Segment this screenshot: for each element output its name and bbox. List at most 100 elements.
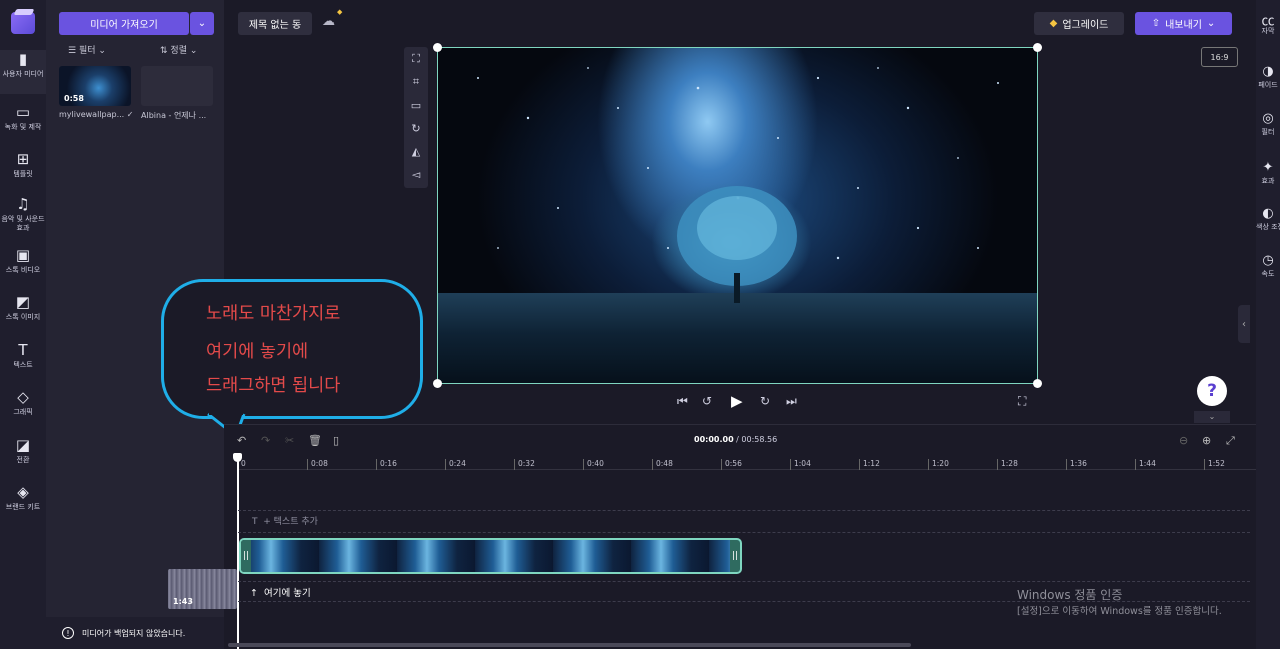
callout-line: 노래도 마찬가지로 (206, 304, 341, 324)
rotate-button[interactable]: ↻ (404, 117, 428, 139)
add-clip-button[interactable]: ▯ (333, 434, 339, 447)
zoom-in-button[interactable]: ⊕ (1202, 434, 1211, 447)
rr-item-speed[interactable]: ◷ 속도 (1256, 253, 1280, 279)
rr-item-adjust-colors[interactable]: ◐ 색상 조정 (1256, 206, 1280, 232)
skip-to-end-button[interactable]: ⏭ (786, 394, 797, 409)
backup-notice[interactable]: ! 미디어가 백업되지 않았습니다. (46, 617, 224, 649)
ruler-tick-label: 1:44 (1135, 459, 1156, 470)
fit-icon: ⛶ (412, 52, 420, 65)
rr-item-label: 페이드 (1258, 81, 1278, 89)
callout-line: 여기에 놓기에 (206, 342, 309, 362)
project-title[interactable]: 제목 없는 동 (238, 12, 312, 35)
ruler-tick-label: 0:32 (514, 459, 535, 470)
clip-trim-handle-right[interactable]: || (730, 540, 740, 572)
rr-item-fade[interactable]: ◑ 페이드 (1256, 64, 1280, 90)
audio-duration: 1:43 (173, 597, 193, 606)
rail-item-label: 스톡 이미지 (5, 313, 41, 321)
ruler-tick-label: 0:56 (721, 459, 742, 470)
rail-item-templates[interactable]: ⊞ 템플릿 (0, 150, 46, 194)
volume-button[interactable]: ◅ (404, 163, 428, 185)
captions-icon: ㏄ (1261, 14, 1275, 29)
aspect-ratio-button[interactable]: 16:9 (1201, 47, 1238, 67)
filter-button[interactable]: ☰ 필터 ⌄ (68, 43, 106, 56)
picture-in-picture-icon: ▭ (410, 98, 422, 112)
media-thumbnail-video[interactable]: 0:58 (59, 66, 131, 106)
resize-handle-bottom-right[interactable] (1033, 379, 1042, 388)
trash-icon: 🗑 (308, 434, 322, 447)
rr-item-effects[interactable]: ✦ 효과 (1256, 160, 1280, 186)
right-panel-collapse-button[interactable]: ‹ (1238, 305, 1250, 343)
upgrade-button[interactable]: ◆ 업그레이드 (1034, 12, 1124, 35)
ruler-tick-label: 1:52 (1204, 459, 1225, 470)
rail-item-graphics[interactable]: ◇ 그래픽 (0, 388, 46, 432)
sort-label: 정렬 (170, 46, 187, 56)
pip-button[interactable]: ▭ (404, 94, 428, 116)
rr-item-captions[interactable]: ㏄ 자막 (1256, 10, 1280, 36)
split-button[interactable]: ✂ (285, 434, 294, 447)
help-button[interactable]: ? (1197, 376, 1227, 406)
preview-toolbar: ⛶ ⌗ ▭ ↻ ◭ ◅ (404, 47, 428, 188)
resize-handle-top-right[interactable] (1033, 43, 1042, 52)
rewind-5s-button[interactable]: ↺ (702, 394, 712, 408)
filter-icon: ☰ (68, 46, 77, 56)
upgrade-label: 업그레이드 (1062, 20, 1109, 31)
export-button[interactable]: ⇧ 내보내기 ⌄ (1135, 12, 1232, 35)
skip-forward-icon: ⏭ (786, 394, 797, 408)
forward-5s-button[interactable]: ↻ (760, 394, 770, 408)
zoom-out-button[interactable]: ⊖ (1179, 434, 1188, 447)
sort-button[interactable]: ⇅ 정렬 ⌄ (160, 43, 197, 56)
rail-item-label: 전환 (16, 456, 30, 464)
clip-trim-handle-left[interactable]: || (241, 540, 251, 572)
windows-activation-title: Windows 정품 인증 (1017, 588, 1123, 602)
resize-handle-top-left[interactable] (433, 43, 442, 52)
rail-item-transitions[interactable]: ◪ 전환 (0, 436, 46, 480)
rr-item-label: 필터 (1261, 128, 1275, 136)
rr-item-label: 색상 조정 (1256, 223, 1280, 231)
rail-item-record[interactable]: ▭ 녹화 및 제작 (0, 103, 46, 147)
fit-timeline-button[interactable]: ⤢ (1226, 434, 1235, 448)
rail-item-music[interactable]: ♫ 음악 및 사운드 효과 (0, 195, 46, 239)
ruler-tick-label: 0:24 (445, 459, 466, 470)
fullscreen-button[interactable]: ⛶ (1018, 394, 1026, 409)
rail-item-stock-video[interactable]: ▣ 스톡 비디오 (0, 246, 46, 290)
fade-icon: ◑ (1262, 64, 1274, 79)
timeline-scrollbar[interactable] (228, 643, 911, 647)
rail-item-brand-kit[interactable]: ◈ 브랜드 키트 (0, 483, 46, 527)
chevron-down-icon: ⌄ (197, 18, 207, 29)
dragged-audio-thumbnail[interactable]: 1:43 (168, 569, 237, 609)
arrow-up-icon: ↑ (250, 588, 258, 599)
redo-button[interactable]: ↷ (261, 434, 270, 447)
import-dropdown-button[interactable]: ⌄ (190, 12, 214, 35)
ruler-tick-label: 1:04 (790, 459, 811, 470)
speed-icon: ◷ (1262, 253, 1274, 268)
music-icon: ♫ (16, 195, 30, 213)
rewind-icon: ↺ (702, 394, 713, 408)
collapse-preview-button[interactable]: ⌄ (1194, 411, 1230, 423)
delete-button[interactable]: 🗑 (308, 434, 322, 447)
drop-zone[interactable]: ↑ 여기에 놓기 (250, 585, 311, 599)
cloud-off-icon[interactable]: ☁ ◆ (322, 8, 342, 29)
fit-button[interactable]: ⛶ (404, 48, 428, 70)
add-text-track[interactable]: T + 텍스트 추가 (252, 514, 318, 527)
import-media-button[interactable]: 미디어 가져오기 (59, 12, 189, 35)
current-time: 00:00.00 (694, 435, 734, 444)
crop-button[interactable]: ⌗ (404, 71, 428, 93)
scissors-icon: ✂ (285, 434, 295, 447)
rail-item-stock-image[interactable]: ◩ 스톡 이미지 (0, 293, 46, 337)
rail-item-your-media[interactable]: ▮ 사용자 미디어 (0, 50, 46, 94)
app-logo (11, 12, 35, 34)
rr-item-filters[interactable]: ◎ 필터 (1256, 111, 1280, 137)
time-ruler[interactable]: 0 0:08 0:16 0:24 0:32 0:40 0:48 0:56 1:04 1:12 1:2… (238, 456, 1256, 470)
ground-landscape (438, 293, 1037, 383)
resize-handle-bottom-left[interactable] (433, 379, 442, 388)
play-button[interactable]: ▶ (731, 392, 743, 410)
flip-button[interactable]: ◭ (404, 140, 428, 162)
media-thumbnail-audio[interactable] (141, 66, 213, 106)
undo-button[interactable]: ↶ (237, 434, 246, 447)
video-clip[interactable]: || || (239, 538, 742, 574)
skip-to-start-button[interactable]: ⏮ (677, 394, 688, 409)
rail-item-text[interactable]: T 텍스트 (0, 341, 46, 385)
video-preview[interactable] (437, 47, 1038, 384)
windows-activation-subtitle: [설정]으로 이동하여 Windows를 정품 인증합니다. (1017, 606, 1222, 617)
film-icon: ▣ (15, 246, 31, 264)
